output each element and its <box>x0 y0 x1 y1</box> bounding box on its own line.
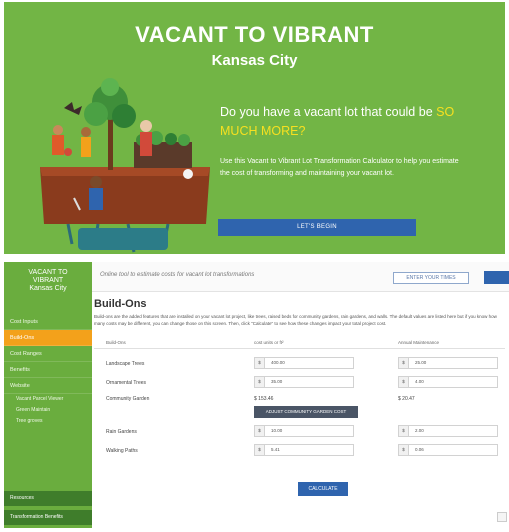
input-value: 35.00 <box>271 379 283 384</box>
input-value: 25.00 <box>415 360 427 365</box>
sidebar-item-resources[interactable]: Resources <box>4 491 92 506</box>
sidebar-menu: Cost Inputs Build-Ons Cost Ranges Benefi… <box>4 314 92 427</box>
currency-prefix: $ <box>399 358 409 368</box>
table-row: Rain Gardens $10.00 $2.00 <box>94 423 505 442</box>
row-label: Rain Gardens <box>106 429 137 435</box>
input-value: 10.00 <box>271 428 283 433</box>
sidebar-item-benefits[interactable]: Benefits <box>4 362 92 378</box>
row-label: Ornamental Trees <box>106 380 147 386</box>
maintenance-input[interactable]: $25.00 <box>398 357 498 369</box>
column-header: Annual Maintenance <box>398 340 440 345</box>
cost-value: $ 153.46 <box>254 396 274 402</box>
sidebar-logo: VACANT TO VIBRANT Kansas City <box>4 262 92 293</box>
garden-illustration <box>40 78 210 253</box>
currency-prefix: $ <box>255 377 265 387</box>
top-bar: Online tool to estimate costs for vacant… <box>92 262 509 292</box>
sidebar-item-build-ons[interactable]: Build-Ons <box>4 330 92 346</box>
maintenance-value: $ 20.47 <box>398 396 415 402</box>
sidebar-title-line: Kansas City <box>29 285 67 292</box>
input-value: 5.41 <box>271 447 280 452</box>
maintenance-input[interactable]: $2.00 <box>398 425 498 437</box>
maintenance-input[interactable]: $4.00 <box>398 376 498 388</box>
sidebar-subitem-tree-groves[interactable]: Tree groves <box>4 416 92 427</box>
build-ons-table: Build-Ons cost units or ft² Annual Maint… <box>94 337 505 461</box>
cost-input[interactable]: $10.00 <box>254 425 354 437</box>
hero-title: VACANT TO VIBRANT <box>135 22 374 47</box>
currency-prefix: $ <box>399 445 409 455</box>
calculate-button[interactable]: CALCULATE <box>298 482 348 496</box>
topbar-action-button[interactable] <box>484 271 509 284</box>
input-value: 400.00 <box>271 360 285 365</box>
table-row: Ornamental Trees $35.00 $4.00 <box>94 374 505 393</box>
hero-subtitle: Kansas City <box>211 52 298 69</box>
currency-prefix: $ <box>255 358 265 368</box>
sidebar-item-website[interactable]: Website <box>4 378 92 394</box>
table-row: Landscape Trees $400.00 $25.00 <box>94 355 505 374</box>
page-intro: Build-ons are the added features that ar… <box>94 314 497 326</box>
table-row: Community Garden $ 153.46 $ 20.47 ADJUST… <box>94 393 505 423</box>
input-value: 2.00 <box>415 428 424 433</box>
sidebar-subitem-green-maintain[interactable]: Green Maintain <box>4 405 92 416</box>
hero-question: Do you have a vacant lot that could be S… <box>220 103 480 141</box>
row-label: Walking Paths <box>106 448 138 454</box>
currency-prefix: $ <box>399 377 409 387</box>
maintenance-input[interactable]: $0.06 <box>398 444 498 456</box>
input-value: 4.00 <box>415 379 424 384</box>
table-row: Walking Paths $5.41 $0.06 <box>94 442 505 461</box>
column-header: Build-Ons <box>106 340 126 345</box>
input-value: 0.06 <box>415 447 424 452</box>
lets-begin-button[interactable]: LET'S BEGIN <box>218 219 416 236</box>
sidebar-item-cost-inputs[interactable]: Cost Inputs <box>4 314 92 330</box>
row-label: Landscape Trees <box>106 361 145 367</box>
sidebar-title-line: VACANT TO <box>28 269 68 276</box>
sidebar-subitem-parcel-viewer[interactable]: Vacant Parcel Viewer <box>4 394 92 405</box>
sidebar: VACANT TO VIBRANT Kansas City Cost Input… <box>4 262 92 528</box>
cost-input[interactable]: $400.00 <box>254 357 354 369</box>
currency-prefix: $ <box>399 426 409 436</box>
enter-times-button[interactable]: ENTER YOUR TIMES <box>393 272 469 284</box>
sidebar-item-cost-ranges[interactable]: Cost Ranges <box>4 346 92 362</box>
column-header: cost units or ft² <box>254 340 284 345</box>
sidebar-item-transformation-benefits[interactable]: Transformation Benefits <box>4 510 92 525</box>
adjust-garden-cost-button[interactable]: ADJUST COMMUNITY GARDEN COST <box>254 406 358 418</box>
scroll-corner-icon[interactable] <box>497 512 507 522</box>
cost-input[interactable]: $35.00 <box>254 376 354 388</box>
hero-banner: VACANT TO VIBRANT Kansas City Do you hav… <box>4 2 505 254</box>
table-header: Build-Ons cost units or ft² Annual Maint… <box>94 337 505 349</box>
page-title: Build-Ons <box>94 298 147 310</box>
page-header: Build-Ons Build-ons are the added featur… <box>94 298 505 328</box>
hero-question-text: Do you have a vacant lot that could be <box>220 105 433 119</box>
topbar-tagline: Online tool to estimate costs for vacant… <box>100 272 255 278</box>
row-label: Community Garden <box>106 396 150 402</box>
sidebar-title-line: VIBRANT <box>32 277 64 284</box>
cost-input[interactable]: $5.41 <box>254 444 354 456</box>
currency-prefix: $ <box>255 426 265 436</box>
hero-description: Use this Vacant to Vibrant Lot Transform… <box>220 158 459 177</box>
currency-prefix: $ <box>255 445 265 455</box>
